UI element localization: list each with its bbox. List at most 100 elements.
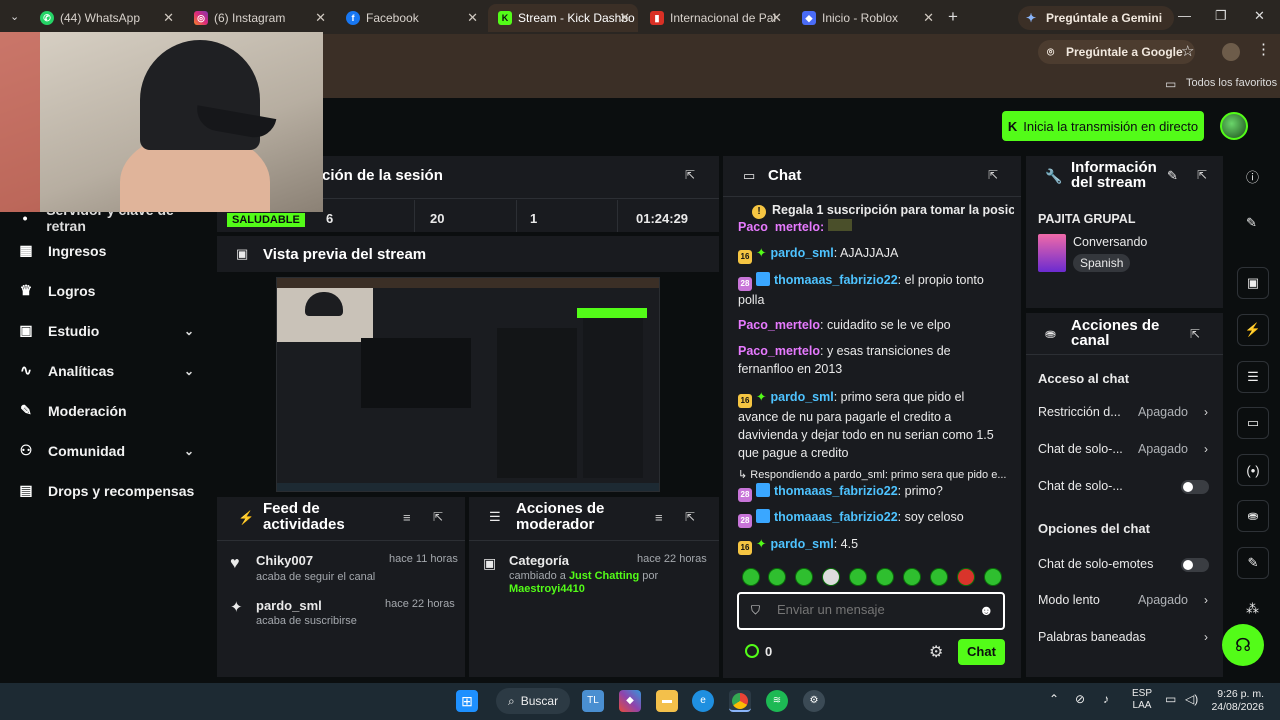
- close-icon[interactable]: ✕: [315, 10, 326, 26]
- emote-icon[interactable]: [876, 568, 894, 586]
- stream-preview-video[interactable]: [276, 277, 660, 492]
- go-live-button[interactable]: K Inicia la transmisión en directo: [1002, 111, 1204, 141]
- bookmark-star-icon[interactable]: ☆: [1181, 42, 1194, 60]
- sidebar-item-comunidad[interactable]: ⚇ Comunidad ⌄: [18, 442, 198, 459]
- support-headset-button[interactable]: ☊: [1222, 624, 1264, 666]
- profile-avatar[interactable]: [1222, 43, 1240, 61]
- tab-instagram[interactable]: ◎ (6) Instagram ✕: [184, 4, 334, 32]
- file-explorer-icon[interactable]: ▬: [656, 690, 678, 712]
- emote-icon[interactable]: [984, 568, 1002, 586]
- new-tab-icon[interactable]: +: [948, 7, 958, 27]
- close-icon[interactable]: ✕: [923, 10, 934, 26]
- clock[interactable]: 9:26 p. m. 24/08/2026: [1206, 688, 1264, 714]
- preview-toggle-button[interactable]: ▣: [1237, 267, 1269, 299]
- emote-icon[interactable]: [822, 568, 840, 586]
- sidebar-item-logros[interactable]: ♛ Logros: [18, 282, 198, 299]
- language-indicator[interactable]: ESP LAA: [1132, 688, 1152, 712]
- chat-username[interactable]: Paco_mertelo: [738, 344, 820, 358]
- taskbar-search[interactable]: ⌕ Buscar: [496, 688, 570, 714]
- chat-username[interactable]: thomaaas_fabrizio22: [774, 273, 898, 287]
- emote-icon[interactable]: [768, 568, 786, 586]
- emote-icon[interactable]: [957, 568, 975, 586]
- sidebar-item-estudio[interactable]: ▣ Estudio ⌄: [18, 322, 198, 339]
- slow-mode-row[interactable]: Modo lento Apagado ›: [1038, 593, 1210, 607]
- chat-toggle-button[interactable]: ▭: [1237, 407, 1269, 439]
- emoji-icon[interactable]: ☻: [979, 602, 994, 618]
- emote-icon[interactable]: [930, 568, 948, 586]
- close-icon[interactable]: ✕: [163, 10, 174, 26]
- close-icon[interactable]: ✕: [619, 10, 630, 26]
- spotify-icon[interactable]: ≋: [766, 690, 788, 712]
- popout-icon[interactable]: ⇱: [988, 168, 998, 182]
- steam-icon[interactable]: ⚙: [803, 690, 825, 712]
- banned-words-row[interactable]: Palabras baneadas ›: [1038, 630, 1210, 644]
- popout-icon[interactable]: ⇱: [1190, 327, 1200, 341]
- pinned-message[interactable]: ! Regala 1 suscripción para tomar la posi…: [752, 203, 1014, 219]
- popout-icon[interactable]: ⇱: [685, 168, 695, 182]
- tab-roblox[interactable]: ◆ Inicio - Roblox ✕: [792, 4, 942, 32]
- emote-icon[interactable]: [795, 568, 813, 586]
- copilot-icon[interactable]: ◆: [619, 690, 641, 712]
- chat-username[interactable]: Paco_mertelo: [738, 220, 820, 232]
- sidebar-item-moderacion[interactable]: ✎ Moderación: [18, 402, 198, 419]
- chrome-icon[interactable]: [729, 690, 751, 712]
- google-lens-button[interactable]: ⌾ Pregúntale a Google: [1038, 40, 1195, 64]
- feed-user[interactable]: pardo_sml: [256, 598, 322, 613]
- feed-user[interactable]: Chiky007: [256, 553, 313, 568]
- tab-facebook[interactable]: f Facebook ✕: [336, 4, 486, 32]
- followers-only-row[interactable]: Chat de solo-... Apagado ›: [1038, 442, 1210, 456]
- maximize-icon[interactable]: ❐: [1215, 8, 1227, 24]
- chat-username[interactable]: Paco_mertelo: [738, 318, 820, 332]
- edit-pencil-icon[interactable]: ✎: [1167, 168, 1178, 184]
- network-icon[interactable]: ⊘: [1075, 692, 1085, 706]
- popout-icon[interactable]: ⇱: [433, 510, 443, 524]
- display-icon[interactable]: ▭: [1165, 692, 1176, 706]
- close-icon[interactable]: ✕: [771, 10, 782, 26]
- edit-pencil-icon[interactable]: ✎: [1246, 215, 1257, 231]
- moderator-link[interactable]: Maestroyi4410: [509, 583, 585, 595]
- popout-icon[interactable]: ⇱: [685, 510, 695, 524]
- emote-icon[interactable]: [742, 568, 760, 586]
- tab-news[interactable]: ▮ Internacional de Pal ✕: [640, 4, 790, 32]
- settings-gear-icon[interactable]: ⚙: [929, 642, 943, 662]
- tab-list-icon[interactable]: ⌄: [10, 10, 19, 23]
- filter-icon[interactable]: ≡: [403, 510, 411, 525]
- category-name[interactable]: Conversando: [1073, 235, 1147, 249]
- raid-toggle-button[interactable]: (•): [1237, 454, 1269, 486]
- gemini-button[interactable]: ✦ Pregúntale a Gemini: [1018, 6, 1175, 30]
- popout-icon[interactable]: ⇱: [1197, 168, 1207, 182]
- subscribers-only-toggle[interactable]: [1181, 480, 1209, 494]
- volume-icon[interactable]: ◁): [1185, 692, 1198, 706]
- restriction-row[interactable]: Restricción d... Apagado ›: [1038, 405, 1210, 419]
- close-icon[interactable]: ✕: [467, 10, 478, 26]
- chat-username[interactable]: pardo_sml: [770, 390, 833, 404]
- emotes-only-toggle[interactable]: [1181, 558, 1209, 572]
- stream-info-toggle-button[interactable]: ✎: [1237, 547, 1269, 579]
- favorites-link[interactable]: Todos los favoritos: [1186, 77, 1277, 89]
- chat-username[interactable]: thomaaas_fabrizio22: [774, 510, 898, 524]
- emote-icon[interactable]: [849, 568, 867, 586]
- app-tl-icon[interactable]: TL: [582, 690, 604, 712]
- tray-chevron-icon[interactable]: ⌃: [1049, 692, 1059, 706]
- tab-whatsapp[interactable]: ✆ (44) WhatsApp ✕: [30, 4, 182, 32]
- activity-toggle-button[interactable]: ⚡: [1237, 314, 1269, 346]
- window-close-icon[interactable]: ✕: [1254, 8, 1265, 24]
- menu-icon[interactable]: ⋮: [1256, 40, 1271, 58]
- windows-start-icon[interactable]: ⊞: [456, 690, 478, 712]
- edge-icon[interactable]: e: [692, 690, 714, 712]
- chat-input[interactable]: [777, 602, 977, 617]
- sidebar-item-ingresos[interactable]: ▦ Ingresos: [18, 242, 198, 259]
- share-icon[interactable]: ⁂: [1246, 601, 1259, 617]
- category-link[interactable]: Just Chatting: [569, 570, 639, 582]
- sidebar-item-drops[interactable]: ▤ Drops y recompensas: [18, 482, 198, 499]
- user-avatar[interactable]: [1220, 112, 1248, 140]
- emote-icon[interactable]: [903, 568, 921, 586]
- filter-icon[interactable]: ≡: [655, 510, 663, 525]
- info-icon[interactable]: ⓘ: [1246, 167, 1259, 186]
- chat-username[interactable]: thomaaas_fabrizio22: [774, 484, 898, 498]
- chat-username[interactable]: pardo_sml: [770, 246, 833, 260]
- sidebar-item-analiticas[interactable]: ∿ Analíticas ⌄: [18, 362, 198, 379]
- tab-kick[interactable]: K Stream - Kick Dashbo ✕: [488, 4, 638, 32]
- channel-actions-toggle-button[interactable]: ⛂: [1237, 500, 1269, 532]
- minimize-icon[interactable]: —: [1178, 8, 1191, 23]
